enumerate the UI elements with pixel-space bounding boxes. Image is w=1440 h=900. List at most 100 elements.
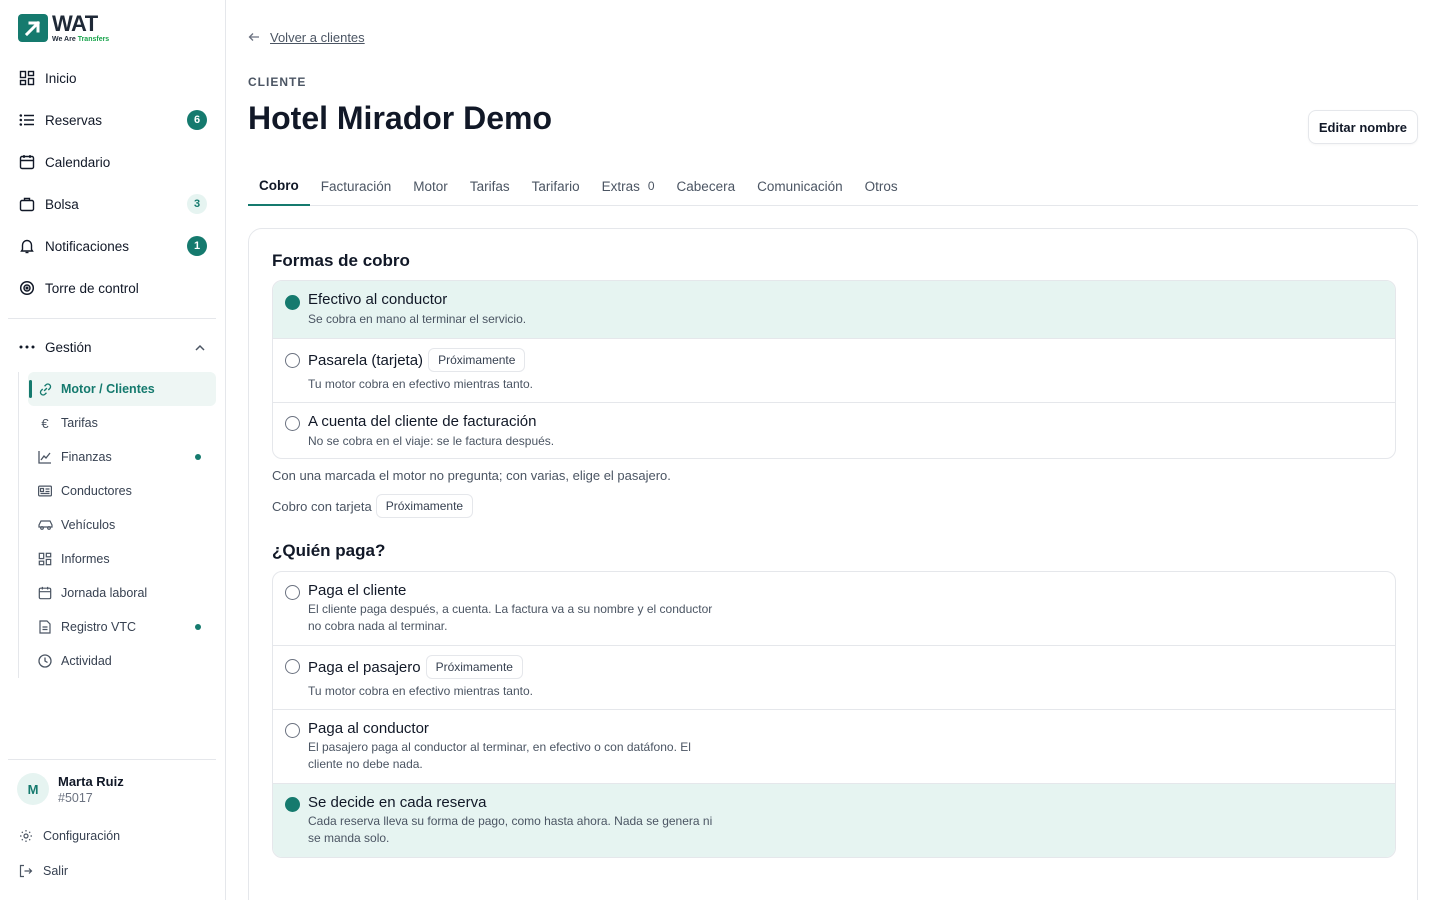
back-link[interactable]: Volver a clientes	[248, 30, 365, 45]
tab-label: Extras	[601, 178, 640, 194]
extras-count: 0	[647, 179, 655, 193]
formas-de-cobro-title: Formas de cobro	[272, 251, 410, 270]
tab-extras[interactable]: Extras 0	[591, 166, 666, 206]
user-profile[interactable]: M Marta Ruiz #5017	[17, 773, 124, 805]
sub-item-label: Motor / Clientes	[61, 382, 155, 396]
sub-item-jornada-laboral[interactable]: Jornada laboral	[28, 576, 216, 610]
sub-item-label: Registro VTC	[61, 620, 137, 634]
sub-item-tarifas[interactable]: € Tarifas	[28, 406, 216, 440]
cobro-option-a-cuenta[interactable]: A cuenta del cliente de facturación No s…	[273, 402, 1395, 458]
tab-comunicacion[interactable]: Comunicación	[746, 166, 854, 206]
sub-item-registro-vtc[interactable]: Registro VTC	[28, 610, 216, 644]
option-description: El cliente paga después, a cuenta. La fa…	[308, 602, 713, 633]
sub-item-conductores[interactable]: Conductores	[28, 474, 216, 508]
payer-option-cliente[interactable]: Paga el cliente El cliente paga después,…	[273, 572, 1395, 645]
tab-cabecera[interactable]: Cabecera	[666, 166, 747, 206]
radio-unchecked[interactable]	[285, 659, 300, 674]
nav-item-calendario[interactable]: Calendario	[18, 147, 210, 177]
page-eyebrow: CLIENTE	[248, 75, 307, 89]
tab-otros[interactable]: Otros	[854, 166, 909, 206]
option-description: Se cobra en mano al terminar el servicio…	[308, 312, 527, 326]
cobro-hint: Con una marcada el motor no pregunta; co…	[272, 468, 671, 483]
radio-checked[interactable]	[285, 295, 300, 310]
reservas-count-badge: 6	[187, 110, 207, 130]
sub-item-label: Vehículos	[61, 518, 116, 532]
card-payment-label: Cobro con tarjeta	[272, 498, 372, 514]
card-payment-row: Cobro con tarjeta Próximamente	[272, 494, 474, 518]
logout-link[interactable]: Salir	[18, 864, 68, 878]
tab-cobro[interactable]: Cobro	[248, 166, 310, 206]
option-title: Pasarela (tarjeta) Próximamente	[308, 348, 526, 372]
arrow-left-icon	[248, 30, 260, 45]
option-title: Paga al conductor	[308, 720, 429, 737]
option-description: No se cobra en el viaje: se le factura d…	[308, 434, 555, 448]
bolsa-count-badge: 3	[187, 194, 207, 214]
option-description: Tu motor cobra en efectivo mientras tant…	[308, 377, 533, 391]
radio-checked[interactable]	[285, 797, 300, 812]
nav-item-reservas[interactable]: Reservas 6	[18, 105, 210, 135]
link-icon	[37, 381, 53, 397]
grid-icon	[37, 551, 53, 567]
avatar: M	[17, 773, 49, 805]
payer-option-conductor[interactable]: Paga al conductor El pasajero paga al co…	[273, 709, 1395, 783]
tab-bar: Cobro Facturación Motor Tarifas Tarifari…	[248, 166, 1418, 206]
logout-label: Salir	[43, 864, 69, 878]
radio-unchecked[interactable]	[285, 416, 300, 431]
nav-label: Notificaciones	[45, 238, 130, 254]
bell-icon	[18, 237, 36, 255]
tab-label: Comunicación	[757, 178, 843, 194]
tab-label: Tarifario	[531, 178, 580, 194]
submenu-guide-line	[18, 372, 19, 678]
document-icon	[37, 619, 53, 635]
cobro-card: Formas de cobro Efectivo al conductor Se…	[248, 228, 1418, 900]
logo-arrow-icon	[18, 14, 48, 42]
payer-option-cada-reserva[interactable]: Se decide en cada reserva Cada reserva l…	[273, 783, 1395, 857]
car-icon	[37, 517, 53, 533]
gear-icon	[18, 829, 34, 843]
cobro-option-efectivo[interactable]: Efectivo al conductor Se cobra en mano a…	[273, 281, 1395, 338]
tab-label: Tarifas	[469, 178, 510, 194]
sub-item-label: Finanzas	[61, 450, 112, 464]
sub-item-actividad[interactable]: Actividad	[28, 644, 216, 678]
tab-motor[interactable]: Motor	[402, 166, 459, 206]
sub-item-informes[interactable]: Informes	[28, 542, 216, 576]
sub-item-label: Tarifas	[61, 416, 98, 430]
tab-label: Cobro	[259, 177, 299, 193]
tab-label: Motor	[413, 178, 448, 194]
sub-item-motor-clientes[interactable]: Motor / Clientes	[28, 372, 216, 406]
tab-facturacion[interactable]: Facturación	[310, 166, 403, 206]
nav-label: Calendario	[45, 154, 111, 170]
chart-icon	[37, 449, 53, 465]
nav-item-bolsa[interactable]: Bolsa 3	[18, 189, 210, 219]
radio-unchecked[interactable]	[285, 353, 300, 368]
option-description: Tu motor cobra en efectivo mientras tant…	[308, 684, 533, 698]
tab-tarifas[interactable]: Tarifas	[459, 166, 521, 206]
payer-option-pasajero[interactable]: Paga el pasajero Próximamente Tu motor co…	[273, 645, 1395, 709]
edit-name-button[interactable]: Editar nombre	[1307, 110, 1418, 144]
logout-icon	[18, 864, 34, 878]
sidebar-divider	[8, 759, 216, 760]
sub-item-finanzas[interactable]: Finanzas	[28, 440, 216, 474]
bag-icon	[18, 195, 36, 213]
sub-item-label: Jornada laboral	[61, 586, 148, 600]
nav-item-torre-de-control[interactable]: Torre de control	[18, 273, 210, 303]
chevron-up-icon	[194, 340, 206, 355]
nav-item-inicio[interactable]: Inicio	[18, 63, 210, 93]
nav-group-gestion[interactable]: Gestión	[18, 333, 210, 361]
nav-item-notificaciones[interactable]: Notificaciones 1	[18, 231, 210, 261]
cobro-option-pasarela[interactable]: Pasarela (tarjeta) Próximamente Tu motor …	[273, 338, 1395, 402]
sub-item-vehiculos[interactable]: Vehículos	[28, 508, 216, 542]
coming-soon-pill: Próximamente	[425, 655, 523, 679]
logo[interactable]: WAT We Are Transfers	[18, 13, 109, 43]
radio-unchecked[interactable]	[285, 723, 300, 738]
radio-unchecked[interactable]	[285, 585, 300, 600]
status-dot	[195, 624, 201, 630]
more-dots-icon	[18, 345, 36, 349]
sidebar-divider	[8, 318, 216, 319]
logo-tagline: We Are Transfers	[52, 36, 110, 43]
settings-link[interactable]: Configuración	[18, 829, 120, 843]
option-title: Paga el pasajero Próximamente	[308, 655, 523, 679]
payer-options: Paga el cliente El cliente paga después,…	[272, 571, 1396, 858]
tab-tarifario[interactable]: Tarifario	[521, 166, 591, 206]
nav-label: Bolsa	[45, 196, 79, 212]
